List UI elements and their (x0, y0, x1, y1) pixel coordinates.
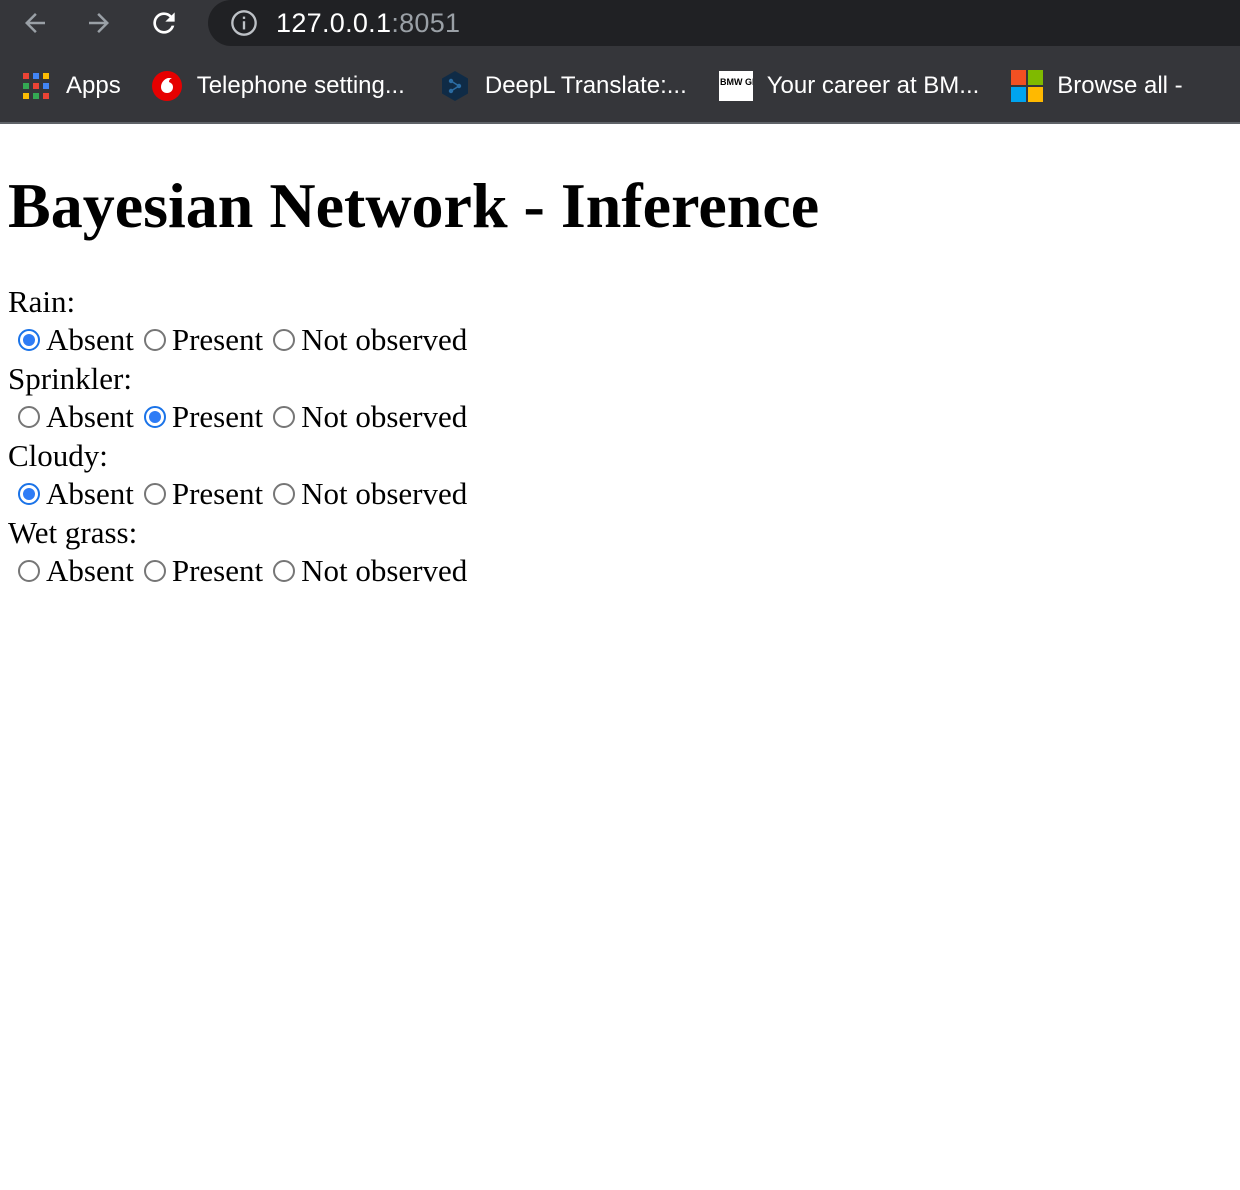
site-info-icon[interactable] (230, 9, 258, 37)
radio-rain-absent[interactable] (18, 329, 40, 351)
variable-label-wet-grass: Wet grass: (8, 515, 138, 550)
option-wet-grass-absent[interactable]: Absent (18, 553, 134, 589)
option-wet-grass-not-observed[interactable]: Not observed (273, 553, 467, 589)
radio-cloudy-not-observed[interactable] (273, 483, 296, 505)
url-text: 127.0.0.1:8051 (276, 8, 460, 39)
option-cloudy-present[interactable]: Present (143, 476, 264, 512)
bookmark-label: Browse all - (1057, 72, 1183, 99)
bookmark-label: Your career at BM... (766, 72, 980, 99)
microsoft-icon (1011, 70, 1044, 102)
url-port: :8051 (391, 7, 461, 38)
option-sprinkler-not-observed[interactable]: Not observed (273, 399, 467, 435)
option-cloudy-not-observed[interactable]: Not observed (273, 476, 467, 512)
reload-button[interactable] (145, 6, 183, 40)
radio-wet-grass-not-observed[interactable] (273, 560, 296, 582)
page-title: Bayesian Network - Inference (8, 170, 820, 241)
bookmark-bmw-career[interactable]: BMW GROUP Your career at BM... (718, 62, 980, 110)
option-label: Present (171, 476, 264, 511)
url-host: 127.0.0.1 (276, 7, 392, 38)
option-rain-present[interactable]: Present (143, 322, 264, 358)
arrow-left-icon (25, 13, 45, 33)
bookmark-apps[interactable]: Apps (20, 62, 121, 110)
bookmark-label: Apps (66, 72, 121, 99)
radio-rain-present[interactable] (143, 329, 166, 351)
bookmark-telephone-settings[interactable]: Telephone setting... (151, 62, 405, 110)
radio-sprinkler-not-observed[interactable] (273, 406, 296, 428)
vodafone-icon (151, 70, 183, 102)
bmw-group-icon: BMW GROUP (718, 71, 753, 101)
deepl-icon (439, 70, 471, 102)
evidence-form: Rain: Absent Present Not observed Sprink… (8, 284, 1232, 592)
radio-group-sprinkler: Absent Present Not observed (8, 396, 1232, 438)
option-label: Absent (46, 322, 134, 357)
option-sprinkler-absent[interactable]: Absent (18, 399, 134, 435)
variable-label-cloudy: Cloudy: (8, 438, 108, 473)
option-label: Absent (46, 399, 134, 434)
option-label: Present (171, 322, 264, 357)
radio-group-cloudy: Absent Present Not observed (8, 473, 1232, 515)
radio-cloudy-present[interactable] (143, 483, 166, 505)
option-wet-grass-present[interactable]: Present (143, 553, 264, 589)
svg-text:BMW GROUP: BMW GROUP (720, 77, 753, 87)
option-cloudy-absent[interactable]: Absent (18, 476, 134, 512)
address-bar[interactable]: 127.0.0.1:8051 (208, 0, 1240, 46)
radio-wet-grass-absent[interactable] (18, 560, 40, 582)
option-label: Present (171, 553, 264, 588)
apps-grid-icon (20, 70, 52, 102)
radio-cloudy-absent[interactable] (18, 483, 40, 505)
bookmarks-bar: Apps Telephone setting... DeepL Translat… (0, 50, 1240, 124)
option-sprinkler-present[interactable]: Present (143, 399, 264, 435)
option-rain-absent[interactable]: Absent (18, 322, 134, 358)
forward-button[interactable] (80, 6, 118, 40)
back-button[interactable] (16, 6, 54, 40)
radio-group-wet-grass: Absent Present Not observed (8, 550, 1232, 592)
bookmark-deepl[interactable]: DeepL Translate:... (439, 62, 687, 110)
radio-group-rain: Absent Present Not observed (8, 319, 1232, 361)
variable-label-rain: Rain: (8, 284, 76, 319)
browser-toolbar: 127.0.0.1:8051 (0, 0, 1240, 50)
option-label: Not observed (301, 476, 468, 511)
arrow-right-icon (89, 13, 109, 33)
radio-wet-grass-present[interactable] (143, 560, 166, 582)
option-label: Absent (46, 476, 134, 511)
bookmark-browse-all[interactable]: Browse all - (1011, 62, 1183, 110)
bookmark-label: Telephone setting... (196, 72, 405, 99)
option-label: Not observed (301, 322, 468, 357)
option-label: Not observed (301, 399, 468, 434)
option-rain-not-observed[interactable]: Not observed (273, 322, 467, 358)
variable-label-sprinkler: Sprinkler: (8, 361, 132, 396)
radio-rain-not-observed[interactable] (273, 329, 296, 351)
option-label: Absent (46, 553, 134, 588)
bookmark-label: DeepL Translate:... (484, 72, 687, 99)
radio-sprinkler-absent[interactable] (18, 406, 40, 428)
radio-sprinkler-present[interactable] (143, 406, 166, 428)
option-label: Not observed (301, 553, 468, 588)
page-content: Bayesian Network - Inference Rain: Absen… (0, 168, 1240, 592)
reload-icon (153, 12, 175, 34)
option-label: Present (171, 399, 264, 434)
